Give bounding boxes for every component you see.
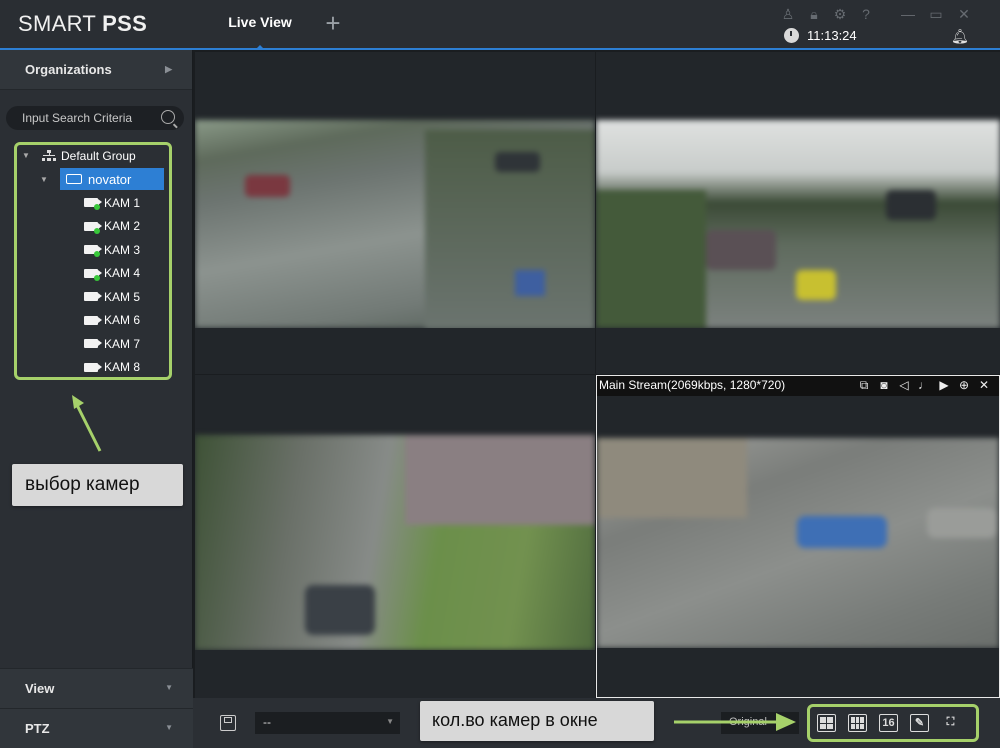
search-icon[interactable] [161,110,175,124]
tab-live-view[interactable]: Live View [218,0,302,50]
lock-icon[interactable]: 🔒︎ [806,6,822,22]
snapshot-icon[interactable]: ◙ [877,378,891,394]
video-cell-4-selected[interactable]: Main Stream(2069kbps, 1280*720) ⧉ ◙ ◁ ♩ … [596,375,1000,698]
layout-4-icon[interactable] [817,714,836,732]
zoom-icon[interactable]: ⊕ [957,378,971,394]
close-icon[interactable]: ✕ [956,6,972,22]
gear-icon[interactable]: ⚙ [832,6,848,22]
layout-16-icon[interactable]: 16 [879,714,898,732]
video-cell-3[interactable] [195,375,595,698]
annotation-arrow-right [674,713,796,731]
clock: 11:13:24 [784,28,857,43]
app-logo: SMART PSS [18,11,148,36]
camera-select-callout: выбор камер [12,464,183,506]
maximize-icon[interactable]: ▭ [928,6,944,22]
video-grid: Main Stream(2069kbps, 1280*720) ⧉ ◙ ◁ ♩ … [193,50,1000,698]
stream-info: Main Stream(2069kbps, 1280*720) [599,378,786,392]
chevron-down-icon: ▼ [165,723,173,732]
cameras-in-window-callout: кол.во камер в окне [420,701,654,741]
view-select-value: -- [263,715,271,729]
ptz-section[interactable]: PTZ ▼ [0,708,193,748]
app-window: SMART PSS Live View + ♙ 🔒︎ ⚙ ? — ▭ ✕ 11:… [0,0,1000,748]
chevron-down-icon: ▼ [165,683,173,692]
fullscreen-icon[interactable]: ⛶ [941,714,960,732]
help-icon[interactable]: ? [858,6,874,22]
layout-buttons: 16 ✎ ⛶ [817,714,960,732]
organizations-header[interactable]: Organizations ▶ [0,50,192,90]
clock-time: 11:13:24 [807,28,857,43]
search-placeholder: Input Search Criteria [22,111,133,125]
view-select[interactable]: -- ▼ [255,712,400,734]
user-icon[interactable]: ♙ [780,6,796,22]
save-view-icon[interactable] [220,715,236,731]
video-cell-1[interactable] [195,52,595,374]
layout-9-icon[interactable] [848,714,867,732]
system-icons: ♙ 🔒︎ ⚙ ? [780,6,874,24]
view-section[interactable]: View ▼ [0,668,193,708]
microphone-icon[interactable]: ♩ [917,378,931,394]
stream-info-bar: Main Stream(2069kbps, 1280*720) ⧉ ◙ ◁ ♩ … [597,376,999,396]
close-cell-icon[interactable]: ✕ [977,378,991,394]
view-label: View [25,681,55,696]
search-input[interactable]: Input Search Criteria [6,106,184,130]
clock-icon [784,28,799,43]
custom-layout-icon[interactable]: ✎ [910,714,929,732]
minimize-icon[interactable]: — [900,6,916,22]
playback-icon[interactable]: ▶ [937,378,951,394]
audio-icon[interactable]: ◁ [897,378,911,394]
fisheye-icon[interactable]: ⧉ [857,378,871,394]
organizations-label: Organizations [25,62,112,77]
bell-icon[interactable]: 🔔︎ [951,28,969,44]
chevron-down-icon: ▼ [386,717,394,726]
video-cell-2[interactable] [596,52,1000,374]
chevron-right-icon: ▶ [165,64,172,74]
top-bar: SMART PSS Live View + ♙ 🔒︎ ⚙ ? — ▭ ✕ 11:… [0,0,1000,50]
add-tab-icon[interactable]: + [320,10,346,36]
camera-list-highlight [14,142,172,380]
window-controls: — ▭ ✕ [900,6,972,22]
cell-toolbar: ⧉ ◙ ◁ ♩ ▶ ⊕ ✕ [857,378,997,394]
ptz-label: PTZ [25,721,50,736]
annotation-arrow-up [72,395,102,452]
